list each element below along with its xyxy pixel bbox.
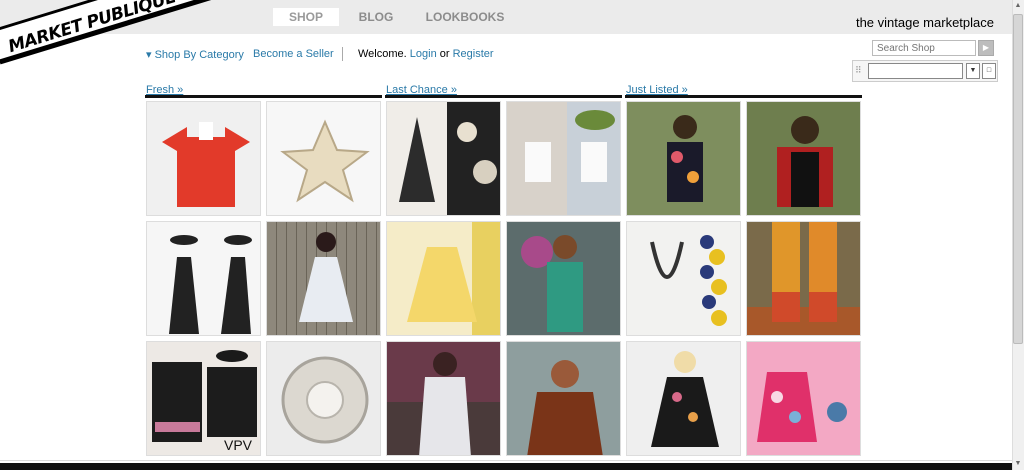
product-tile-black-maxi[interactable] — [146, 221, 261, 336]
product-image — [627, 102, 740, 215]
product-tile-rhinestone-brooch[interactable] — [266, 341, 381, 456]
product-tile-green-dress[interactable] — [506, 221, 621, 336]
section-rule — [625, 95, 862, 98]
footer-black-band — [0, 463, 1012, 470]
product-image — [267, 342, 380, 455]
tagline: the vintage marketplace — [855, 15, 994, 30]
product-image — [387, 102, 500, 215]
product-image — [162, 122, 250, 207]
product-tile-white-romper[interactable] — [506, 101, 621, 216]
scroll-down-icon[interactable]: ▼ — [1013, 458, 1023, 470]
or-label: or — [439, 48, 450, 60]
product-tile-white-hilo[interactable] — [266, 221, 381, 336]
product-image — [627, 222, 740, 335]
nav-blog[interactable]: BLOG — [350, 8, 402, 26]
product-image — [280, 119, 370, 203]
grid-icon[interactable]: ⠿ — [855, 65, 865, 75]
product-tile-star-brooch[interactable] — [266, 101, 381, 216]
separator — [342, 47, 343, 61]
window-icon[interactable]: □ — [982, 63, 996, 79]
product-image — [747, 222, 860, 335]
login-link[interactable]: Login — [410, 48, 437, 60]
product-tile-white-lace[interactable] — [386, 341, 501, 456]
product-tile-orange-boots[interactable] — [746, 221, 861, 336]
product-tile-plaid-outdoor[interactable] — [746, 101, 861, 216]
product-tile-black-tunic[interactable]: VPV — [146, 341, 261, 456]
product-tile-floral-black[interactable] — [626, 341, 741, 456]
welcome-text: Welcome. Login or Register — [358, 48, 494, 60]
scroll-thumb[interactable] — [1013, 14, 1023, 344]
product-image — [747, 102, 860, 215]
product-image — [387, 222, 500, 335]
become-seller-link[interactable]: Become a Seller — [253, 48, 334, 60]
product-image — [507, 102, 620, 215]
scroll-up-icon[interactable]: ▲ — [1013, 0, 1023, 12]
product-tile-floral-outdoor[interactable] — [626, 101, 741, 216]
product-tile-red-tee[interactable] — [146, 101, 261, 216]
product-tile-floral-dress[interactable] — [386, 101, 501, 216]
tile-caption: VPV — [223, 437, 252, 453]
nav-shop[interactable]: SHOP — [273, 8, 339, 26]
product-image — [267, 222, 380, 335]
scrollbar[interactable]: ▲ ▼ — [1012, 0, 1024, 470]
product-tile-brown-leather[interactable] — [506, 341, 621, 456]
search-go-icon[interactable]: ▶ — [978, 40, 994, 56]
product-tile-pink-floral[interactable] — [746, 341, 861, 456]
product-image — [507, 222, 620, 335]
dropdown-icon[interactable]: ▼ — [966, 63, 980, 79]
section-rule — [145, 95, 382, 98]
product-image — [747, 342, 860, 455]
product-image — [507, 342, 620, 455]
toolbar-input[interactable] — [868, 63, 963, 79]
shop-by-category-link[interactable]: ▾ Shop By Category — [146, 48, 244, 61]
product-image — [147, 222, 260, 335]
register-link[interactable]: Register — [453, 48, 494, 60]
product-tile-bead-necklace[interactable] — [626, 221, 741, 336]
search-input[interactable] — [872, 40, 976, 56]
product-image — [627, 342, 740, 455]
welcome-label: Welcome. — [358, 48, 407, 60]
section-rule — [385, 95, 622, 98]
product-tile-yellow-dress[interactable] — [386, 221, 501, 336]
product-image — [387, 342, 500, 455]
nav-lookbooks[interactable]: LOOKBOOKS — [420, 8, 510, 26]
